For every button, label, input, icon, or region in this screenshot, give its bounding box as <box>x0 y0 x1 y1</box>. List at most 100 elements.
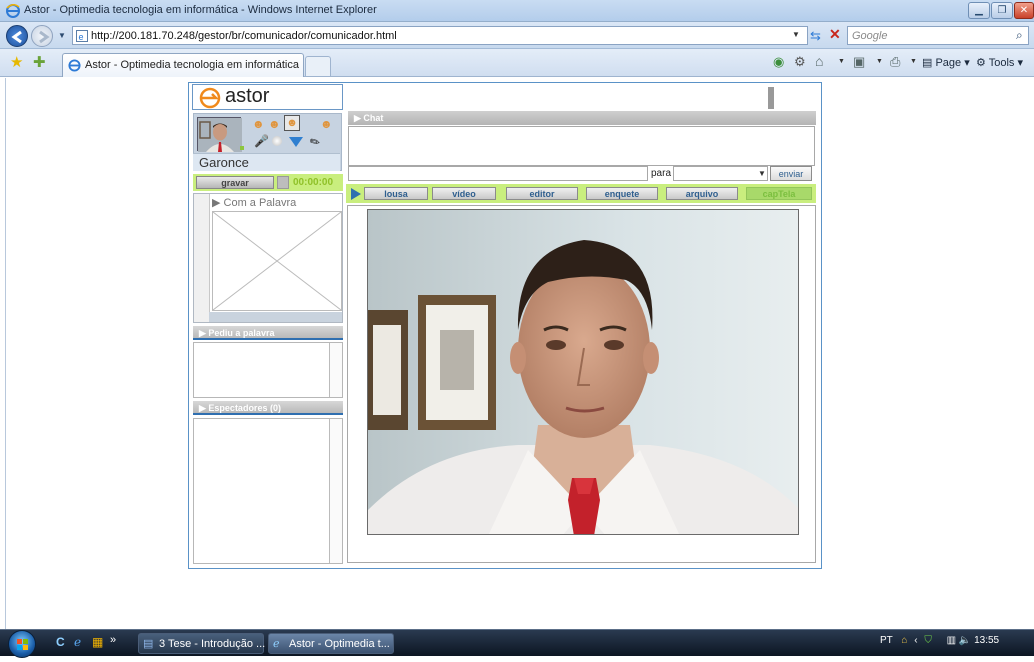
user-icon[interactable]: ☻ <box>252 117 265 131</box>
chevron-down-icon[interactable]: ▼ <box>756 166 768 181</box>
gear-icon: ⚙ <box>976 57 989 69</box>
page-menu[interactable]: ▤ Page ▾ <box>922 56 970 69</box>
back-button[interactable] <box>6 25 28 47</box>
svg-text:e: e <box>79 32 84 42</box>
language-indicator[interactable]: PT <box>880 635 893 646</box>
microphone-icon[interactable]: 🎤 <box>254 134 269 148</box>
ie-tab-icon <box>68 59 81 72</box>
home-dropdown-icon[interactable]: ▼ <box>838 58 845 65</box>
tab-arquivo[interactable]: arquivo <box>666 187 738 200</box>
search-input[interactable]: Google <box>847 26 1029 45</box>
tab-lousa[interactable]: lousa <box>364 187 428 200</box>
taskbar-item-ie[interactable]: ℯ Astor - Optimedia t... <box>268 633 394 654</box>
scrollbar-thumb[interactable] <box>768 87 774 109</box>
chat-messages <box>348 126 815 166</box>
favorites-star-icon[interactable]: ★ <box>10 53 23 71</box>
record-timer: 00:00:00 <box>293 177 334 188</box>
feed-icon[interactable]: ◉ <box>773 54 784 70</box>
back-arrow-icon <box>11 30 22 44</box>
send-button[interactable]: enviar <box>770 166 812 181</box>
recipient-label: para <box>651 168 672 179</box>
forward-button[interactable] <box>31 25 53 47</box>
recipient-select[interactable] <box>673 166 768 181</box>
user-avatar-image <box>198 118 242 152</box>
window-title: Astor - Optimedia tecnologia em informát… <box>24 4 377 16</box>
request-list[interactable] <box>193 342 343 398</box>
start-button[interactable] <box>8 630 36 658</box>
chat-input[interactable] <box>348 166 648 181</box>
minimize-button[interactable]: ▁ <box>968 2 990 19</box>
quicklaunch-ie-icon[interactable]: ℯ <box>74 635 81 649</box>
feeds-icon[interactable]: ▣ <box>853 54 865 70</box>
camera-light-icon[interactable] <box>272 136 282 146</box>
quicklaunch-more-icon[interactable]: » <box>110 634 116 646</box>
word-doc-icon: ▤ <box>143 638 154 650</box>
address-dropdown-icon[interactable]: ▼ <box>792 30 800 39</box>
chat-title: Chat <box>363 113 384 123</box>
viewers-panel-header: ▶ Espectadores (0) <box>193 401 343 415</box>
chevron-down-icon: ▾ <box>961 57 970 69</box>
play-icon: ▶ <box>212 197 224 209</box>
record-button[interactable]: gravar <box>196 176 274 189</box>
user-icon[interactable]: ☻ <box>320 117 333 131</box>
stop-record-button[interactable] <box>277 176 289 189</box>
taskbar-item-label: 3 Tese - Introdução ... <box>159 638 266 650</box>
security-shield-icon[interactable]: ⛉ <box>924 635 932 646</box>
refresh-icon[interactable]: ⇆ <box>810 28 821 44</box>
stop-icon[interactable]: ✕ <box>829 26 841 43</box>
tab-video[interactable]: vídeo <box>432 187 496 200</box>
tools-menu-label: Tools <box>988 57 1015 69</box>
play-icon: ▶ <box>199 328 209 338</box>
home-icon[interactable]: ⌂ <box>815 53 823 69</box>
tab-title: Astor - Optimedia tecnologia em informát… <box>85 59 299 71</box>
address-toolbar: ▼ e http://200.181.70.248/gestor/br/comu… <box>0 22 1034 49</box>
windows-logo-icon <box>17 639 28 650</box>
maximize-button[interactable]: ❐ <box>991 2 1013 19</box>
address-field[interactable]: e http://200.181.70.248/gestor/br/comuni… <box>72 26 808 45</box>
tab-bar: ★ ✚ Astor - Optimedia tecnologia em info… <box>0 49 1034 77</box>
online-indicator <box>240 146 244 150</box>
logo-box: astor <box>192 84 343 110</box>
add-favorite-icon[interactable]: ✚ <box>33 53 46 71</box>
play-icon[interactable] <box>351 188 361 200</box>
search-placeholder: Google <box>852 30 888 42</box>
tool-menu-bar: lousa vídeo editor enquete arquivo capTe… <box>346 184 816 203</box>
user-icon-selected[interactable]: ☻ <box>284 115 300 131</box>
print-dropdown-icon[interactable]: ▼ <box>910 58 917 65</box>
print-icon[interactable]: ⎙ <box>890 54 900 70</box>
speaker-panel: ▶ Com a Palavra <box>193 193 343 323</box>
tab-enquete[interactable]: enquete <box>586 187 658 200</box>
taskbar: C ℯ ▦ » ▤ 3 Tese - Introdução ... ℯ Asto… <box>0 629 1034 658</box>
tray-app-icon[interactable]: ⌂ <box>901 635 907 646</box>
tab-astor[interactable]: Astor - Optimedia tecnologia em informát… <box>62 53 304 77</box>
research-icon[interactable]: ⚙ <box>794 54 806 70</box>
feeds-dropdown-icon[interactable]: ▼ <box>876 58 883 65</box>
pen-icon[interactable]: ✎ <box>307 133 323 150</box>
viewers-list[interactable] <box>193 418 343 564</box>
speaker-panel-inner: ▶ Com a Palavra <box>209 194 342 322</box>
tab-captela[interactable]: capTela <box>746 187 812 200</box>
tab-editor[interactable]: editor <box>506 187 578 200</box>
search-icon[interactable]: ⌕ <box>1016 28 1023 43</box>
user-icon[interactable]: ☻ <box>268 117 281 131</box>
quicklaunch-desktop-icon[interactable]: ▦ <box>92 635 103 649</box>
tools-menu[interactable]: ⚙ Tools ▾ <box>976 56 1023 69</box>
record-bar: gravar 00:00:00 <box>193 174 343 191</box>
tray-expand-icon[interactable]: ‹ <box>914 635 917 646</box>
chevron-down-icon[interactable] <box>289 137 303 147</box>
play-icon: ▶ <box>199 403 209 413</box>
close-window-button[interactable]: ✕ <box>1014 2 1034 19</box>
request-panel-header: ▶ Pediu a palavra <box>193 326 343 340</box>
viewers-list-scrollbar[interactable] <box>329 419 342 563</box>
taskbar-item-word[interactable]: ▤ 3 Tese - Introdução ... <box>138 633 266 654</box>
taskbar-item-label: Astor - Optimedia t... <box>289 638 390 650</box>
user-name: Garonce <box>193 153 340 171</box>
network-icon[interactable]: ▥ <box>947 635 956 646</box>
speaker-panel-title: Com a Palavra <box>223 197 297 209</box>
request-list-scrollbar[interactable] <box>329 343 342 397</box>
quicklaunch-c-icon[interactable]: C <box>56 635 65 649</box>
new-tab-button[interactable] <box>305 56 331 76</box>
clock[interactable]: 13:55 <box>974 635 999 646</box>
volume-icon[interactable]: 🔈 <box>959 635 971 646</box>
history-dropdown-icon[interactable]: ▼ <box>58 31 66 40</box>
